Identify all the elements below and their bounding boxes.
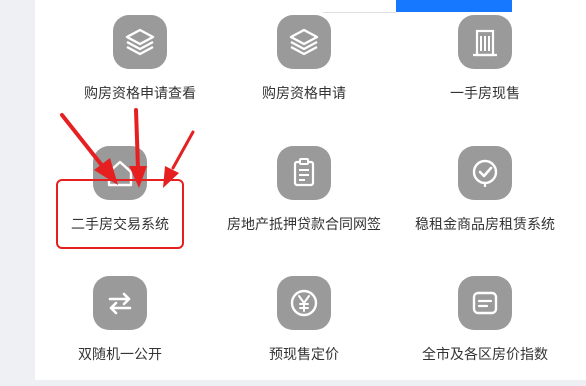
red-arrow-middle	[129, 108, 147, 188]
red-arrow-left	[60, 113, 118, 185]
annotation-arrows	[60, 108, 195, 188]
red-arrow-right	[163, 130, 195, 188]
